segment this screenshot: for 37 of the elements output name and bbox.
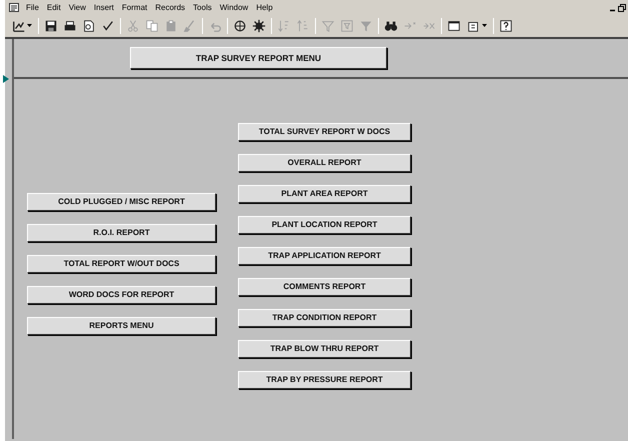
binoculars-icon[interactable]	[384, 19, 398, 33]
report-button[interactable]: TOTAL SURVEY REPORT W DOCS	[238, 123, 411, 141]
caret-icon[interactable]	[482, 24, 487, 28]
menu-item[interactable]: View	[64, 0, 90, 14]
report-button[interactable]: OVERALL REPORT	[238, 154, 411, 172]
menu-item[interactable]: Tools	[189, 0, 216, 14]
globe-icon[interactable]	[233, 19, 247, 33]
report-button[interactable]: PLANT LOCATION REPORT	[238, 216, 411, 234]
menu-item[interactable]: File	[22, 0, 43, 14]
report-button[interactable]: R.O.I. REPORT	[27, 224, 216, 242]
report-button[interactable]: TRAP BLOW THRU REPORT	[238, 340, 411, 358]
check-mark-icon[interactable]	[101, 19, 115, 33]
question-icon[interactable]	[499, 19, 513, 33]
menu-item[interactable]: Help	[252, 0, 277, 14]
form-icon[interactable]	[9, 3, 19, 12]
new-object-icon[interactable]	[467, 19, 481, 33]
report-button[interactable]: TRAP APPLICATION REPORT	[238, 247, 411, 265]
report-button[interactable]: COLD PLUGGED / MISC REPORT	[27, 193, 216, 211]
report-button[interactable]: TRAP CONDITION REPORT	[238, 309, 411, 327]
record-selector-icon	[3, 75, 9, 83]
menu-item[interactable]: Window	[216, 0, 252, 14]
report-button[interactable]: WORD DOCS FOR REPORT	[27, 286, 216, 304]
title-button[interactable]: TRAP SURVEY REPORT MENU	[130, 47, 387, 69]
report-button[interactable]: TRAP BY PRESSURE REPORT	[238, 371, 411, 389]
page-magnifier-icon[interactable]	[82, 19, 96, 33]
menu-item[interactable]: Format	[118, 0, 152, 14]
report-button[interactable]: TOTAL REPORT W/OUT DOCS	[27, 255, 216, 273]
window-icon[interactable]	[447, 19, 461, 33]
report-button[interactable]: REPORTS MENU	[27, 317, 216, 335]
menu-item[interactable]: Edit	[42, 0, 65, 14]
caret-icon[interactable]	[27, 24, 32, 28]
menu-item[interactable]: Records	[151, 0, 190, 14]
report-button[interactable]: COMMENTS REPORT	[238, 278, 411, 296]
printer-icon[interactable]	[63, 19, 77, 33]
menu-item[interactable]: Insert	[90, 0, 118, 14]
report-button[interactable]: PLANT AREA REPORT	[238, 185, 411, 203]
restore-icon[interactable]	[618, 4, 626, 12]
